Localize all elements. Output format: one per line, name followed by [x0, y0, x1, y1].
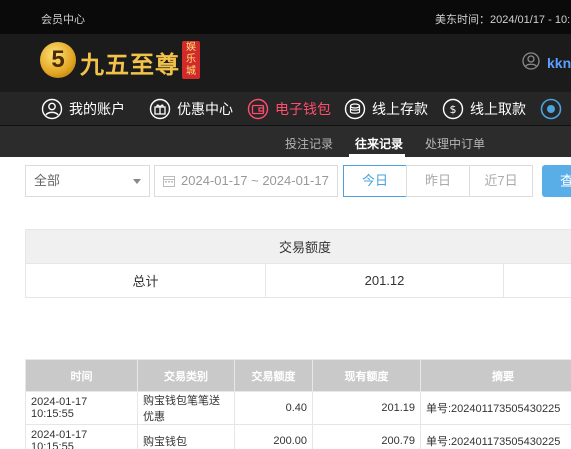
nav-promotions[interactable]: 优惠中心 [149, 92, 233, 126]
nav-my-account[interactable]: 我的账户 [41, 92, 125, 126]
row-summary: 单号:202401173505430225 [420, 391, 571, 425]
date-range-value: 2024-01-17 ~ 2024-01-17 [181, 173, 329, 188]
main-nav: 我的账户 优惠中心 电子钱包 线上存款 $ 线上取款 [0, 92, 571, 126]
summary-header: 交易额度 [25, 229, 571, 264]
user-icon[interactable] [522, 52, 540, 70]
more-nav-icon [540, 98, 562, 120]
row-time: 2024-01-17 10:15:55 [25, 391, 138, 425]
summary-row: 总计 201.12 [25, 263, 571, 298]
sub-tabs: 投注记录 往来记录 处理中订单 [0, 126, 571, 157]
row-time: 2024-01-17 10:15:55 [25, 424, 138, 449]
tab-bet-records[interactable]: 投注记录 [285, 135, 333, 152]
column-header-summary[interactable]: 摘要 [420, 359, 571, 392]
row-summary: 单号:202401173505430225 [420, 424, 571, 449]
nav-online-deposit[interactable]: 线上存款 [344, 92, 428, 126]
row-type: 购宝钱包笔笔送优惠 [137, 391, 235, 425]
nav-online-withdraw[interactable]: $ 线上取款 [442, 92, 526, 126]
yesterday-button[interactable]: 昨日 [406, 165, 470, 197]
nav-label: 电子钱包 [275, 101, 331, 117]
summary-table: 交易额度 总计 201.12 [25, 229, 571, 298]
summary-header-row: 交易额度 [25, 229, 571, 264]
type-select-value: 全部 [34, 173, 61, 188]
user-circle-icon [41, 98, 63, 120]
last-7-days-button[interactable]: 近7日 [469, 165, 533, 197]
type-select[interactable]: 全部 [25, 165, 150, 197]
nav-more[interactable] [540, 92, 568, 126]
svg-text:$: $ [450, 103, 457, 116]
logo-icon[interactable]: 5 [40, 42, 76, 78]
summary-total-value: 201.12 [265, 263, 504, 298]
column-header-type[interactable]: 交易类别 [137, 359, 235, 392]
filter-bar: 全部 2024-01-17 ~ 2024-01-17 今日 昨日 近7日 查 [0, 157, 571, 207]
column-header-time[interactable]: 时间 [25, 359, 138, 392]
date-range-input[interactable]: 2024-01-17 ~ 2024-01-17 [154, 165, 338, 197]
tab-transactions[interactable]: 往来记录 [355, 135, 403, 152]
today-button[interactable]: 今日 [343, 165, 407, 197]
logo-badge-text: 娱乐城 [186, 42, 196, 77]
top-bar: 会员中心 美东时间：2024/01/17 - 10:15 [0, 0, 571, 34]
nav-label: 线上取款 [470, 101, 526, 117]
member-center-link[interactable]: 会员中心 [41, 11, 85, 27]
row-amount: 200.00 [234, 424, 313, 449]
table-row: 2024-01-17 10:15:55 购宝钱包 200.00 200.79 单… [25, 424, 571, 449]
withdraw-icon: $ [442, 98, 464, 120]
logo-text[interactable]: 九五至尊 [80, 45, 180, 80]
row-amount: 0.40 [234, 391, 313, 425]
records-header-row: 时间 交易类别 交易额度 现有额度 摘要 [25, 359, 571, 392]
column-header-balance[interactable]: 现有额度 [312, 359, 421, 392]
calendar-icon [163, 176, 175, 187]
gift-icon [149, 98, 171, 120]
nav-e-wallet[interactable]: 电子钱包 [247, 92, 331, 126]
row-type: 购宝钱包 [137, 424, 235, 449]
username[interactable]: kkn [547, 55, 571, 71]
wallet-icon [247, 98, 269, 120]
logo-badge: 娱乐城 [182, 41, 200, 79]
server-time: 美东时间：2024/01/17 - 10:15 [435, 14, 571, 26]
records-table: 时间 交易类别 交易额度 现有额度 摘要 2024-01-17 10:15:55… [25, 359, 571, 449]
nav-label: 优惠中心 [177, 101, 233, 117]
search-button[interactable]: 查 [542, 165, 571, 197]
chevron-down-icon [133, 179, 141, 184]
summary-empty-cell [503, 263, 571, 298]
column-header-amount[interactable]: 交易额度 [234, 359, 313, 392]
deposit-icon [344, 98, 366, 120]
nav-label: 线上存款 [372, 101, 428, 117]
tab-pending-orders[interactable]: 处理中订单 [425, 135, 485, 152]
table-row: 2024-01-17 10:15:55 购宝钱包笔笔送优惠 0.40 201.1… [25, 391, 571, 425]
header: 5 九五至尊 娱乐城 kkn [0, 34, 571, 92]
row-balance: 200.79 [312, 424, 421, 449]
row-balance: 201.19 [312, 391, 421, 425]
summary-total-label: 总计 [25, 263, 266, 298]
nav-label: 我的账户 [69, 101, 125, 117]
